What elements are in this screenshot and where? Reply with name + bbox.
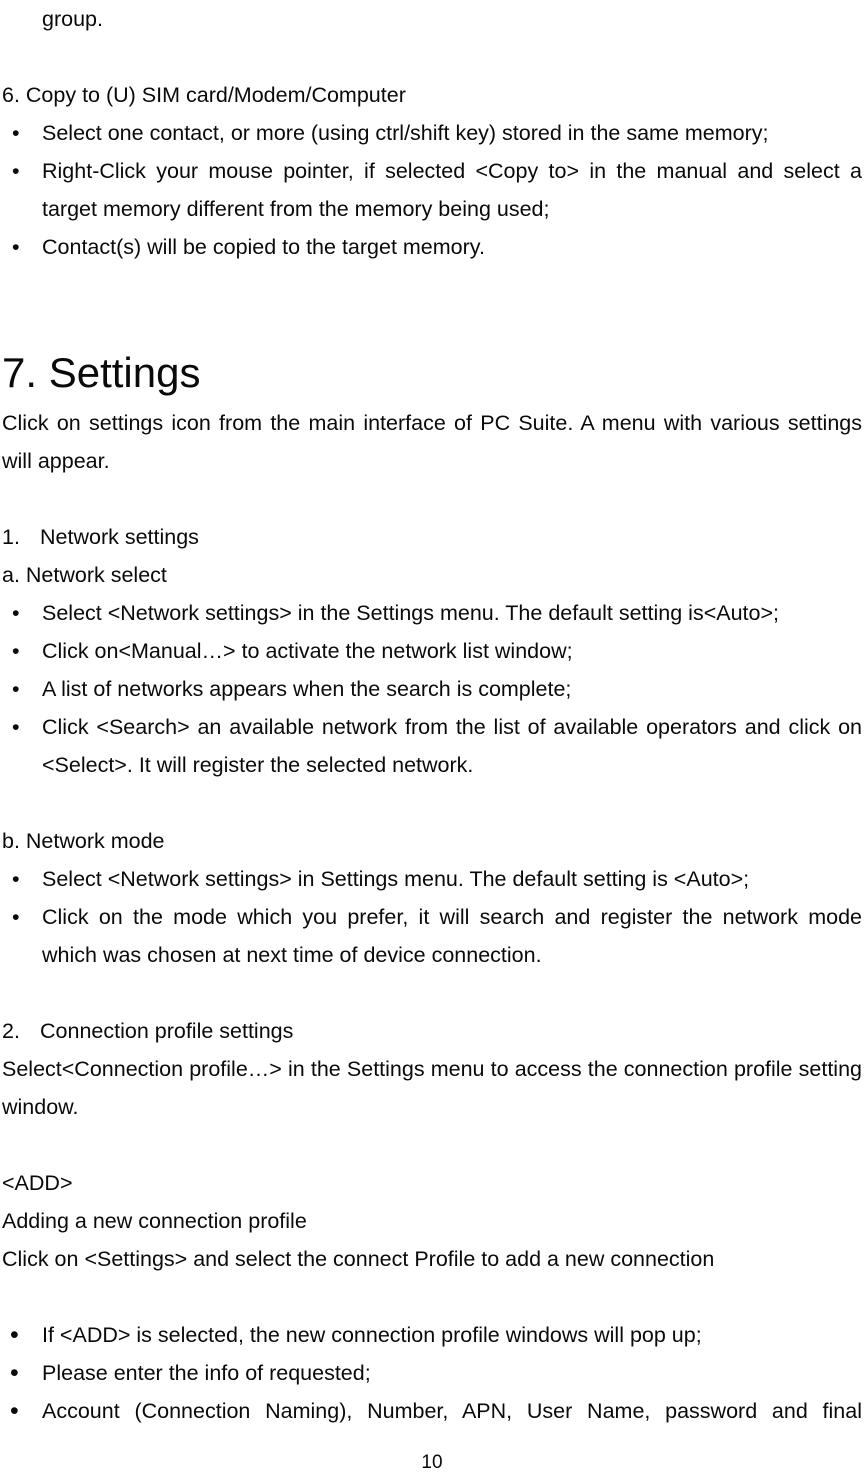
- numbered-item-2: 2. Connection profile settings: [2, 1012, 862, 1050]
- item-label: Connection profile settings: [40, 1019, 294, 1043]
- list-item: • A list of networks appears when the se…: [2, 670, 862, 708]
- bullet-icon: •: [12, 677, 20, 701]
- list-item-text: A list of networks appears when the sear…: [42, 677, 572, 701]
- bullet-icon: •: [12, 905, 20, 929]
- list-item: • Right-Click your mouse pointer, if sel…: [2, 152, 862, 228]
- list-item-text: Contact(s) will be copied to the target …: [42, 235, 485, 259]
- list-item-text: Select <Network settings> in Settings me…: [42, 867, 750, 891]
- document-page: group. 6. Copy to (U) SIM card/Modem/Com…: [0, 0, 864, 1479]
- bullet-icon: •: [12, 867, 20, 891]
- bullet-icon: •: [12, 121, 20, 145]
- add-block-title: <ADD>: [2, 1171, 73, 1195]
- list-item-text: Select <Network settings> in the Setting…: [42, 601, 780, 625]
- item-number: 1.: [2, 525, 20, 549]
- network-select-bullet-list: • Select <Network settings> in the Setti…: [2, 594, 862, 784]
- item-number: 2.: [2, 1019, 20, 1043]
- section-6-bullet-list: • Select one contact, or more (using ctr…: [2, 114, 862, 266]
- list-item-text: If <ADD> is selected, the new connection…: [42, 1323, 702, 1347]
- list-item: • Select <Network settings> in the Setti…: [2, 594, 862, 632]
- list-item: • Click <Search> an available network fr…: [2, 708, 862, 784]
- continuation-line: group.: [42, 7, 103, 31]
- bullet-icon: •: [10, 1397, 19, 1425]
- bullet-icon: •: [12, 601, 20, 625]
- bullet-icon: •: [10, 1359, 19, 1387]
- sub-heading-b: b. Network mode: [2, 829, 165, 853]
- add-profile-bullet-list: • If <ADD> is selected, the new connecti…: [2, 1316, 862, 1430]
- list-item-text: Click on the mode which you prefer, it w…: [42, 905, 862, 967]
- list-item-text: Click on<Manual…> to activate the networ…: [42, 639, 573, 663]
- item-label: Network settings: [40, 525, 199, 549]
- list-item-text: Click <Search> an available network from…: [42, 715, 862, 777]
- list-item: • Select one contact, or more (using ctr…: [2, 114, 862, 152]
- list-item: • Select <Network settings> in Settings …: [2, 860, 862, 898]
- list-item: • If <ADD> is selected, the new connecti…: [2, 1316, 862, 1354]
- sub-heading-a: a. Network select: [2, 563, 167, 587]
- network-mode-bullet-list: • Select <Network settings> in Settings …: [2, 860, 862, 974]
- list-item-text: Please enter the info of requested;: [42, 1361, 371, 1385]
- bullet-icon: •: [10, 1321, 19, 1349]
- list-item-text: Right-Click your mouse pointer, if selec…: [42, 159, 862, 221]
- list-item-text: Select one contact, or more (using ctrl/…: [42, 121, 769, 145]
- bullet-icon: •: [12, 715, 20, 739]
- chapter-intro-paragraph: Click on settings icon from the main int…: [2, 411, 862, 473]
- add-block-line-1: Adding a new connection profile: [2, 1209, 307, 1233]
- chapter-title: 7. Settings: [2, 349, 201, 396]
- list-item-text: Account (Connection Naming), Number, APN…: [42, 1399, 862, 1423]
- list-item: • Click on<Manual…> to activate the netw…: [2, 632, 862, 670]
- list-item: • Account (Connection Naming), Number, A…: [2, 1392, 862, 1430]
- numbered-item-1: 1. Network settings: [2, 518, 862, 556]
- list-item: • Contact(s) will be copied to the targe…: [2, 228, 862, 266]
- list-item: • Click on the mode which you prefer, it…: [2, 898, 862, 974]
- bullet-icon: •: [12, 235, 20, 259]
- connection-profile-intro: Select<Connection profile…> in the Setti…: [2, 1057, 862, 1119]
- page-number: 10: [421, 1452, 443, 1473]
- section-6-heading: 6. Copy to (U) SIM card/Modem/Computer: [2, 83, 406, 107]
- bullet-icon: •: [12, 639, 20, 663]
- list-item: • Please enter the info of requested;: [2, 1354, 862, 1392]
- add-block-line-2: Click on <Settings> and select the conne…: [2, 1247, 715, 1271]
- bullet-icon: •: [12, 159, 20, 183]
